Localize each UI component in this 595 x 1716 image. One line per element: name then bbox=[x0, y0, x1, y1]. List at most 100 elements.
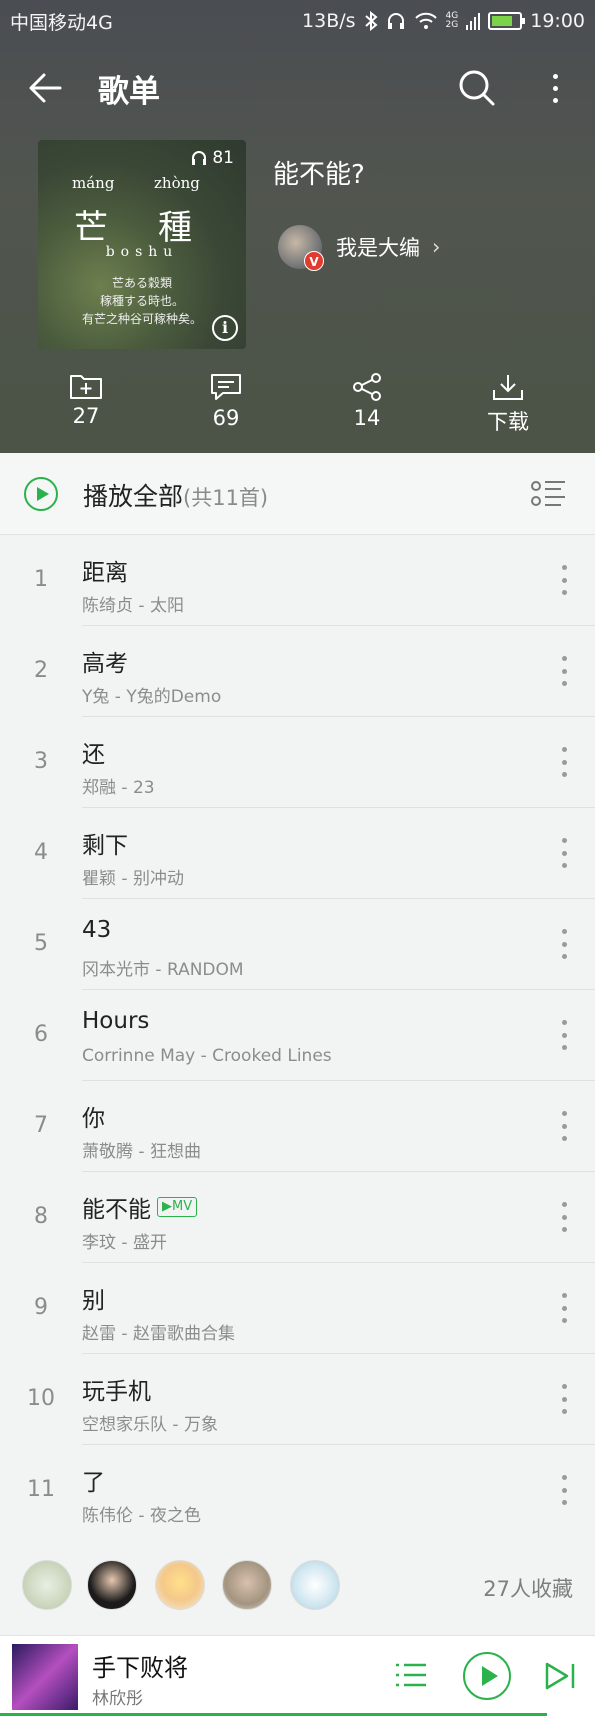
song-subtitle: 郑融 - 23 bbox=[82, 778, 155, 798]
headphone-icon bbox=[192, 151, 207, 165]
album-art[interactable] bbox=[12, 1644, 78, 1710]
playlist-name: 能不能? bbox=[273, 160, 365, 190]
carrier-label: 中国移动4G bbox=[10, 11, 113, 34]
song-info: 剩下瞿颖 - 别冲动 bbox=[82, 808, 595, 899]
song-title: 距离 bbox=[82, 560, 128, 586]
song-more-button[interactable] bbox=[557, 1384, 571, 1414]
mini-player[interactable]: 手下败将 林欣彤 bbox=[0, 1635, 595, 1716]
song-more-button[interactable] bbox=[557, 1475, 571, 1505]
verified-badge: V bbox=[304, 251, 324, 271]
song-title-row: 剩下 bbox=[82, 826, 128, 860]
song-row[interactable]: 10 玩手机空想家乐队 - 万象 bbox=[0, 1354, 595, 1445]
subscribers-row[interactable]: 27人收藏 bbox=[0, 1535, 595, 1635]
now-playing-title: 手下败将 bbox=[92, 1654, 188, 1682]
creator-link[interactable]: V 我是大编 › bbox=[278, 225, 440, 271]
download-icon bbox=[493, 375, 523, 400]
song-info: 别赵雷 - 赵雷歌曲合集 bbox=[82, 1263, 595, 1354]
folder-add-icon bbox=[70, 375, 102, 399]
play-count: 81 bbox=[190, 148, 234, 168]
subscriber-avatar[interactable] bbox=[290, 1560, 340, 1610]
song-info: 了陈伟伦 - 夜之色 bbox=[82, 1445, 595, 1536]
song-more-button[interactable] bbox=[557, 747, 571, 777]
song-more-button[interactable] bbox=[557, 656, 571, 686]
song-more-button[interactable] bbox=[557, 1202, 571, 1232]
song-more-button[interactable] bbox=[557, 1020, 571, 1050]
collect-button[interactable]: 27 bbox=[36, 372, 136, 428]
subscriber-count[interactable]: 27人收藏 bbox=[483, 1573, 573, 1603]
toolbar: 歌单 bbox=[0, 62, 595, 112]
song-index: 2 bbox=[34, 658, 48, 683]
song-row[interactable]: 1 距离 陈绮贞 - 太阳 bbox=[0, 535, 595, 626]
song-row[interactable]: 7 你萧敬腾 - 狂想曲 bbox=[0, 1081, 595, 1172]
back-arrow-icon[interactable] bbox=[26, 68, 66, 108]
song-info: 能不能 ▶MV 李玟 - 盛开 bbox=[82, 1172, 595, 1263]
song-index: 11 bbox=[27, 1477, 55, 1502]
song-title-row: 高考 bbox=[82, 644, 128, 678]
song-index: 5 bbox=[34, 931, 48, 956]
more-options-button[interactable] bbox=[540, 66, 570, 110]
cover-subtitle: boshu bbox=[105, 244, 179, 260]
song-row[interactable]: 2 高考 Y兔 - Y兔的Demo bbox=[0, 626, 595, 717]
network-speed: 13B/s bbox=[302, 10, 356, 32]
song-title: 你 bbox=[82, 1106, 105, 1132]
comment-icon bbox=[211, 374, 241, 400]
song-info: 距离 陈绮贞 - 太阳 bbox=[82, 535, 595, 626]
creator-name: 我是大编 bbox=[336, 236, 420, 260]
wifi-icon bbox=[414, 12, 437, 29]
song-subtitle: 瞿颖 - 别冲动 bbox=[82, 869, 184, 889]
search-icon[interactable] bbox=[455, 66, 499, 110]
song-index: 6 bbox=[34, 1022, 48, 1047]
song-row[interactable]: 11 了陈伟伦 - 夜之色 bbox=[0, 1445, 595, 1536]
song-index: 10 bbox=[27, 1386, 55, 1411]
cover-pinyin-right: zhòng bbox=[154, 174, 200, 192]
download-button[interactable]: 下载 bbox=[458, 372, 558, 436]
song-title: 了 bbox=[82, 1470, 105, 1496]
song-more-button[interactable] bbox=[557, 1293, 571, 1323]
song-row[interactable]: 4 剩下 瞿颖 - 别冲动 bbox=[0, 808, 595, 899]
song-subtitle: 空想家乐队 - 万象 bbox=[82, 1415, 218, 1435]
song-row[interactable]: 9 别赵雷 - 赵雷歌曲合集 bbox=[0, 1263, 595, 1354]
play-button[interactable] bbox=[463, 1652, 511, 1700]
song-row[interactable]: 6 Hours Corrinne May - Crooked Lines bbox=[0, 990, 595, 1081]
song-title: 剩下 bbox=[82, 833, 128, 859]
subscriber-avatar[interactable] bbox=[87, 1560, 137, 1610]
playlist-cover[interactable]: 81 máng zhòng 芒 種 boshu 芒ある穀類 稼種する時也。 有芒… bbox=[38, 140, 246, 349]
mv-badge[interactable]: ▶MV bbox=[157, 1197, 198, 1217]
comment-button[interactable]: 69 bbox=[176, 372, 276, 430]
song-row[interactable]: 8 能不能 ▶MV 李玟 - 盛开 bbox=[0, 1172, 595, 1263]
song-title-row: 43 bbox=[82, 917, 111, 943]
playlist-queue-icon[interactable] bbox=[394, 1658, 428, 1692]
song-title: 高考 bbox=[82, 651, 128, 677]
share-button[interactable]: 14 bbox=[317, 372, 417, 430]
play-all-icon[interactable] bbox=[24, 477, 58, 511]
play-all-bar[interactable]: 播放全部(共11首) bbox=[0, 453, 595, 535]
multi-select-icon[interactable] bbox=[531, 479, 567, 509]
song-title: 玩手机 bbox=[82, 1379, 151, 1405]
now-playing-artist: 林欣彤 bbox=[92, 1689, 143, 1709]
song-index: 8 bbox=[34, 1204, 48, 1229]
cover-poem-line: 芒ある穀類 bbox=[111, 276, 172, 290]
share-icon bbox=[353, 373, 381, 401]
song-more-button[interactable] bbox=[557, 1111, 571, 1141]
song-title-row: 玩手机 bbox=[82, 1372, 151, 1406]
song-more-button[interactable] bbox=[557, 929, 571, 959]
battery-icon bbox=[488, 12, 526, 30]
subscriber-avatar[interactable] bbox=[22, 1560, 72, 1610]
info-icon[interactable]: i bbox=[212, 315, 238, 341]
song-index: 1 bbox=[34, 567, 48, 592]
download-label: 下载 bbox=[487, 410, 529, 434]
song-row[interactable]: 3 还郑融 - 23 bbox=[0, 717, 595, 808]
song-title-row: 距离 bbox=[82, 553, 128, 587]
next-track-icon[interactable] bbox=[543, 1660, 577, 1692]
song-subtitle: Corrinne May - Crooked Lines bbox=[82, 1046, 332, 1066]
song-title: 还 bbox=[82, 742, 105, 768]
song-row[interactable]: 5 43 冈本光市 - RANDOM bbox=[0, 899, 595, 990]
song-count: (共11首) bbox=[183, 486, 269, 510]
collect-count: 27 bbox=[72, 404, 100, 428]
subscriber-avatar[interactable] bbox=[222, 1560, 272, 1610]
song-title: 能不能 bbox=[82, 1197, 151, 1223]
subscriber-avatar[interactable] bbox=[155, 1560, 205, 1610]
page-title: 歌单 bbox=[98, 74, 160, 110]
song-more-button[interactable] bbox=[557, 565, 571, 595]
song-more-button[interactable] bbox=[557, 838, 571, 868]
